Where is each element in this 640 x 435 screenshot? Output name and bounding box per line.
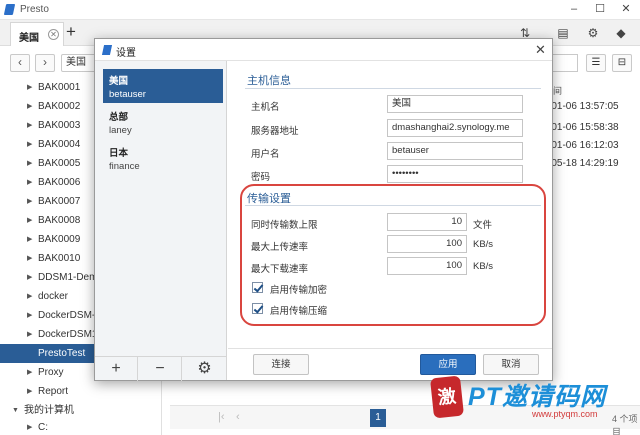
dialog-logo-icon	[101, 45, 113, 55]
host-section-title: 主机信息	[247, 75, 291, 87]
account-user: finance	[109, 161, 140, 172]
tree-item[interactable]: ▶ Report	[0, 382, 160, 401]
expand-arrow-icon[interactable]: ▶	[27, 268, 32, 287]
account-toolbar: + − ⚙	[95, 356, 226, 381]
expand-arrow-icon[interactable]: ▶	[27, 363, 32, 382]
account-item-hq[interactable]: 总部 laney	[103, 105, 223, 139]
list-view-icon[interactable]: ☰	[586, 54, 606, 72]
account-settings-button[interactable]: ⚙	[183, 357, 226, 381]
tab-us[interactable]: 美国 ✕	[10, 22, 64, 46]
connect-button[interactable]: 连接	[253, 354, 309, 375]
max-download-unit: KB/s	[473, 261, 494, 272]
add-tab-icon[interactable]: +	[66, 22, 76, 42]
hostname-label: 主机名	[251, 102, 280, 113]
settings-dialog: 设置 ✕ 美国 betauser 总部 laney 日本 finance + −…	[94, 38, 553, 381]
apply-button[interactable]: 应用	[420, 354, 476, 375]
max-transfers-unit: 文件	[473, 220, 493, 231]
cancel-button[interactable]: 取消	[483, 354, 539, 375]
max-transfers-label: 同时传输数上限	[251, 220, 318, 231]
watermark-badge: 激	[429, 375, 465, 419]
expand-arrow-icon[interactable]: ▶	[27, 211, 32, 230]
username-label: 用户名	[251, 149, 280, 160]
tree-item-drive[interactable]: ▶ C:	[0, 418, 160, 435]
row-time: -01-06 16:12:03	[548, 140, 619, 151]
dialog-footer: 连接 应用 取消	[228, 348, 552, 380]
expand-arrow-icon[interactable]: ▶	[27, 249, 32, 268]
row-time: -05-18 14:29:19	[548, 158, 619, 169]
account-item-jp[interactable]: 日本 finance	[103, 141, 223, 175]
app-titlebar: Presto – ☐ ✕	[0, 0, 640, 20]
detail-view-icon[interactable]: ⊟	[612, 54, 632, 72]
dialog-title: 设置	[116, 48, 136, 59]
account-name: 日本	[109, 148, 129, 159]
row-time: -01-06 15:58:38	[548, 122, 619, 133]
log-icon[interactable]: ▤	[556, 26, 570, 40]
expand-arrow-icon[interactable]: ▶	[27, 78, 32, 97]
expand-arrow-icon[interactable]: ▶	[27, 287, 32, 306]
tab-label: 美国	[19, 33, 39, 44]
encryption-checkbox[interactable]	[252, 282, 263, 293]
encryption-label: 启用传输加密	[270, 285, 328, 296]
forward-icon[interactable]: ›	[35, 54, 55, 72]
back-icon[interactable]: ‹	[10, 54, 30, 72]
maximize-button[interactable]: ☐	[592, 2, 608, 17]
max-transfers-input[interactable]: 10	[387, 213, 467, 231]
password-label: 密码	[251, 172, 271, 183]
account-name: 美国	[109, 76, 129, 87]
compression-checkbox[interactable]	[252, 303, 263, 314]
server-address-label: 服务器地址	[251, 126, 299, 137]
max-download-input[interactable]: 100	[387, 257, 467, 275]
row-time: -01-06 13:57:05	[548, 101, 619, 112]
expand-arrow-icon[interactable]: ▶	[27, 306, 32, 325]
add-account-button[interactable]: +	[95, 357, 138, 381]
gear-icon[interactable]: ⚙	[586, 26, 600, 40]
account-name: 总部	[109, 112, 129, 123]
expand-arrow-icon[interactable]: ▶	[27, 418, 32, 435]
dialog-close-icon[interactable]: ✕	[535, 42, 546, 58]
app-title: Presto	[20, 4, 49, 15]
expand-arrow-icon[interactable]: ▶	[27, 116, 32, 135]
account-user: betauser	[109, 89, 146, 100]
max-download-label: 最大下载速率	[251, 264, 309, 275]
first-page-icon[interactable]: |‹	[218, 411, 225, 423]
watermark-text: PT邀请码网	[468, 383, 606, 411]
expand-arrow-icon[interactable]: ▶	[27, 173, 32, 192]
section-divider	[245, 88, 541, 89]
max-upload-input[interactable]: 100	[387, 235, 467, 253]
watermark-logo: 激 PT邀请码网 www.ptyqm.com	[429, 375, 632, 427]
expand-arrow-icon[interactable]: ▶	[27, 192, 32, 211]
account-user: laney	[109, 125, 132, 136]
dialog-titlebar: 设置 ✕	[95, 39, 552, 61]
server-address-field[interactable]: dmashanghai2.synology.me	[387, 119, 523, 137]
expand-arrow-icon[interactable]: ▶	[27, 230, 32, 249]
app-logo-icon	[3, 4, 16, 15]
expand-arrow-icon[interactable]: ▶	[27, 97, 32, 116]
transfer-section-title: 传输设置	[247, 193, 291, 205]
tab-close-icon[interactable]: ✕	[48, 29, 59, 40]
account-item-us[interactable]: 美国 betauser	[103, 69, 223, 103]
max-upload-unit: KB/s	[473, 239, 494, 250]
section-divider	[245, 205, 541, 206]
expand-arrow-icon[interactable]: ▶	[27, 154, 32, 173]
prev-page-icon[interactable]: ‹	[236, 411, 240, 423]
password-field[interactable]: ••••••••	[387, 165, 523, 183]
bell-icon[interactable]: ◆	[614, 26, 628, 40]
minimize-button[interactable]: –	[566, 2, 582, 17]
close-window-button[interactable]: ✕	[618, 2, 634, 17]
hostname-field[interactable]: 美国	[387, 95, 523, 113]
expand-arrow-icon[interactable]: ▶	[27, 382, 32, 401]
compression-label: 启用传输压缩	[270, 306, 328, 317]
page-number[interactable]: 1	[370, 409, 386, 427]
account-list: 美国 betauser 总部 laney 日本 finance + − ⚙	[95, 61, 227, 381]
expand-arrow-icon[interactable]: ▶	[27, 325, 32, 344]
expand-arrow-icon[interactable]: ▶	[27, 135, 32, 154]
max-upload-label: 最大上传速率	[251, 242, 309, 253]
breadcrumb[interactable]: 美国	[61, 54, 97, 72]
remove-account-button[interactable]: −	[139, 357, 182, 381]
watermark-url: www.ptyqm.com	[532, 409, 598, 419]
username-field[interactable]: betauser	[387, 142, 523, 160]
